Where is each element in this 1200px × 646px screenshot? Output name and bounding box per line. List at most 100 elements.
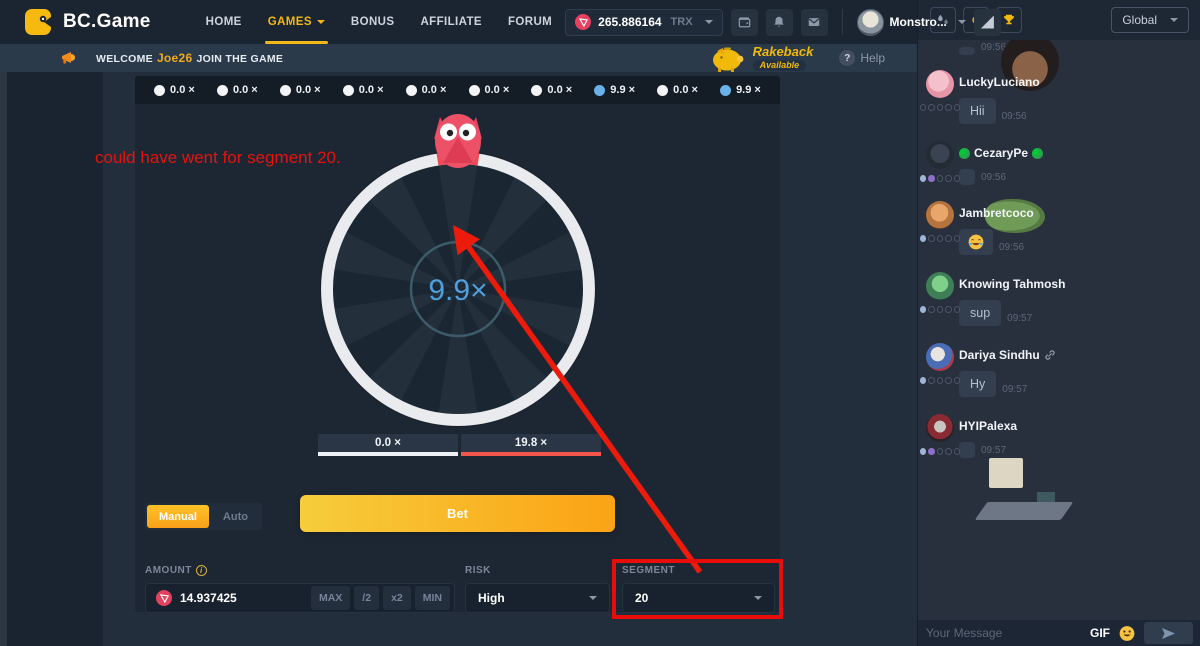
bcgame-logo[interactable]: BC.Game xyxy=(0,7,151,37)
piggy-bank-icon xyxy=(707,43,747,73)
message-time: 09:57 xyxy=(1007,313,1032,326)
history-result[interactable]: 0.0 × xyxy=(280,84,321,96)
bell-icon xyxy=(772,15,786,29)
help-label: Help xyxy=(860,51,885,65)
history-result[interactable]: 0.0 × xyxy=(531,84,572,96)
chat-message: 09:56 xyxy=(918,42,1200,55)
chat-username[interactable]: LuckyLuciano xyxy=(959,75,1040,89)
question-icon: ? xyxy=(839,50,855,66)
avatar[interactable] xyxy=(926,141,954,169)
chat-message-input[interactable] xyxy=(926,626,1081,640)
auto-mode-button[interactable]: Auto xyxy=(211,505,260,528)
help-button[interactable]: ? Help xyxy=(839,50,885,66)
balance-currency: TRX xyxy=(671,16,693,28)
amount-field: MAX /2 x2 MIN xyxy=(145,583,455,613)
bcgame-logo-icon xyxy=(24,7,54,37)
avatar[interactable] xyxy=(926,414,954,442)
wheel-multiplier-label: 9.9× xyxy=(428,274,487,307)
message-time: 09:56 xyxy=(999,242,1024,255)
chat-message: HYIPalexa 09:57 xyxy=(918,412,1200,458)
info-icon[interactable]: i xyxy=(196,565,207,576)
notifications-button[interactable] xyxy=(766,9,793,36)
amount-input[interactable] xyxy=(180,591,307,605)
gif-message[interactable] xyxy=(959,47,975,55)
history-result[interactable]: 9.9 × xyxy=(594,84,635,96)
scrollbar-track[interactable] xyxy=(0,72,7,646)
rakeback-widget[interactable]: Rakeback Available xyxy=(707,43,814,73)
medal-row xyxy=(920,306,960,313)
bet-button[interactable]: Bet xyxy=(300,495,615,532)
message-bubble: Hy xyxy=(959,371,996,397)
payout-tab-high[interactable]: 19.8 × xyxy=(461,434,601,456)
chat-username[interactable]: CezaryPe xyxy=(974,146,1028,160)
alien-emoji-icon xyxy=(959,148,970,159)
rakeback-title: Rakeback xyxy=(753,45,814,58)
user-avatar xyxy=(857,9,884,36)
chat-username[interactable]: Knowing Tahmosh xyxy=(959,277,1065,291)
message-time: 09:57 xyxy=(1002,384,1027,397)
annotation-text: could have went for segment 20. xyxy=(95,148,341,168)
chevron-down-icon xyxy=(958,20,966,24)
link-emoji-icon xyxy=(1044,349,1056,361)
chat-message: Dariya Sindhu Hy 09:57 xyxy=(918,341,1200,397)
gif-button[interactable]: GIF xyxy=(1090,626,1110,640)
chat-username[interactable]: Jambretcoco xyxy=(959,206,1034,220)
welcome-message: WELCOMEJoe26JOIN THE GAME xyxy=(96,51,283,65)
annotation-highlight-box xyxy=(612,559,783,619)
avatar[interactable] xyxy=(926,70,954,98)
chat-username[interactable]: HYIPalexa xyxy=(959,419,1017,433)
avatar[interactable] xyxy=(926,343,954,371)
amount-label: AMOUNTi xyxy=(145,565,207,576)
nav-item-games[interactable]: GAMES xyxy=(255,0,338,44)
risk-select[interactable]: High xyxy=(465,583,610,613)
chat-message: CezaryPe 09:56 xyxy=(918,139,1200,185)
nav-username: Monstro... xyxy=(890,15,947,29)
gif-message[interactable] xyxy=(959,169,975,185)
history-result[interactable]: 0.0 × xyxy=(217,84,258,96)
medal-row xyxy=(920,235,960,242)
chat-username[interactable]: Dariya Sindhu xyxy=(959,348,1040,362)
avatar[interactable] xyxy=(926,201,954,229)
payout-tabs: 0.0 × 19.8 × xyxy=(318,434,601,456)
balance-selector[interactable]: 265.886164 TRX xyxy=(565,9,722,36)
chat-room-select[interactable]: Global xyxy=(1111,7,1189,33)
toggle-view-button[interactable] xyxy=(974,9,1001,36)
nav-item-home[interactable]: HOME xyxy=(193,0,255,44)
top-nav: BC.Game HOME GAMES BONUS AFFILIATE FORUM… xyxy=(0,0,917,44)
nav-item-forum[interactable]: FORUM xyxy=(495,0,565,44)
results-history-bar: 0.0 × 0.0 × 0.0 × 0.0 × 0.0 × 0.0 × 0.0 × 9.9 ×… xyxy=(135,76,780,104)
app-title: BC.Game xyxy=(63,11,151,33)
chat-sidebar: B Global 09:56 LuckyLuciano xyxy=(917,0,1200,646)
send-icon xyxy=(1162,628,1175,639)
history-result[interactable]: 0.0 × xyxy=(343,84,384,96)
megaphone-icon xyxy=(60,50,78,66)
history-result[interactable]: 0.0 × xyxy=(154,84,195,96)
double-button[interactable]: x2 xyxy=(383,586,411,610)
divider xyxy=(135,547,780,548)
payout-tab-low[interactable]: 0.0 × xyxy=(318,434,458,456)
balance-amount: 265.886164 xyxy=(598,15,661,29)
history-result[interactable]: 9.9 × xyxy=(720,84,761,96)
manual-mode-button[interactable]: Manual xyxy=(147,505,209,528)
wallet-button[interactable] xyxy=(731,9,758,36)
max-button[interactable]: MAX xyxy=(311,586,350,610)
min-button[interactable]: MIN xyxy=(415,586,450,610)
trx-coin-icon xyxy=(156,590,172,606)
corner-flag-icon xyxy=(981,16,994,29)
history-result[interactable]: 0.0 × xyxy=(406,84,447,96)
messages-button[interactable] xyxy=(801,9,828,36)
nav-item-bonus[interactable]: BONUS xyxy=(338,0,408,44)
avatar[interactable] xyxy=(926,272,954,300)
emoji-button[interactable] xyxy=(1119,625,1135,642)
mail-icon xyxy=(807,15,821,29)
chat-message: Jambretcoco 09:56 xyxy=(918,199,1200,255)
welcome-username[interactable]: Joe26 xyxy=(157,51,193,65)
history-result[interactable]: 0.0 × xyxy=(469,84,510,96)
gif-message[interactable] xyxy=(959,442,975,458)
nav-item-affiliate[interactable]: AFFILIATE xyxy=(407,0,495,44)
send-message-button[interactable] xyxy=(1144,622,1193,644)
half-button[interactable]: /2 xyxy=(354,586,379,610)
user-menu[interactable]: Monstro... xyxy=(857,9,966,36)
history-result[interactable]: 0.0 × xyxy=(657,84,698,96)
chat-input-bar: GIF xyxy=(918,620,1200,646)
